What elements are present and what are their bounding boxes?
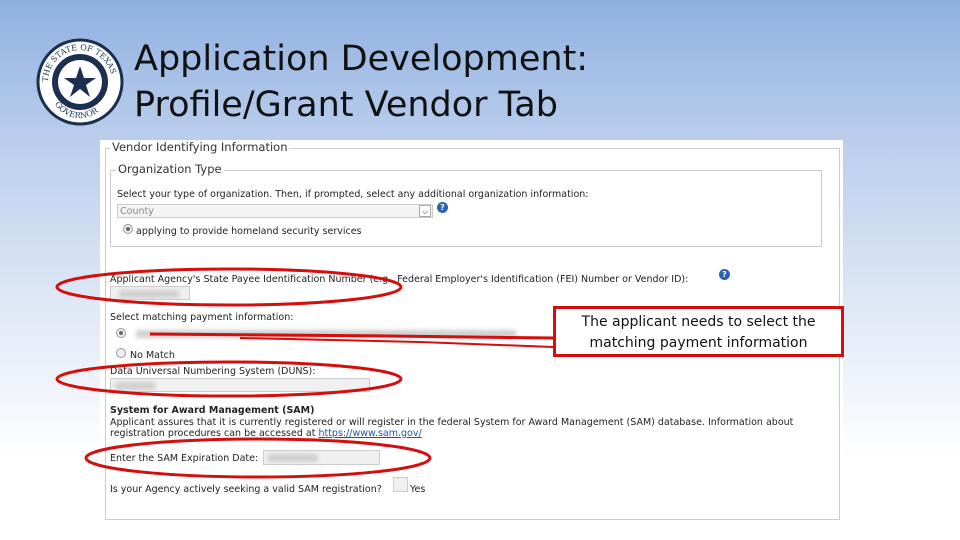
no-match-radio[interactable]	[116, 348, 126, 358]
sam-text-2: registration procedures can be accessed …	[110, 428, 319, 439]
org-type-select[interactable]: County ⌵	[117, 204, 433, 218]
section-title: Vendor Identifying Information	[110, 140, 290, 154]
help-icon[interactable]: ?	[437, 202, 448, 213]
payment-info-label: Select matching payment information:	[110, 312, 294, 323]
duns-label: Data Universal Numbering System (DUNS):	[110, 366, 316, 377]
payee-id-input[interactable]	[110, 286, 190, 300]
callout-line-2: matching payment information	[589, 335, 808, 351]
sam-link[interactable]: https://www.sam.gov/	[318, 428, 421, 439]
payment-match-text-redacted	[136, 330, 516, 338]
texas-governor-seal: THE STATE OF TEXAS GOVERNOR	[36, 38, 124, 126]
sam-date-input[interactable]	[263, 450, 380, 465]
yes-label: Yes	[410, 484, 426, 495]
title-line-1: Application Development:	[134, 39, 589, 79]
payment-match-radio[interactable]	[116, 328, 126, 338]
no-match-label: No Match	[130, 350, 175, 361]
duns-input[interactable]	[110, 378, 370, 392]
org-type-prompt: Select your type of organization. Then, …	[117, 189, 589, 200]
sam-seeking-label: Is your Agency actively seeking a valid …	[110, 484, 382, 495]
slide-title: Application Development: Profile/Grant V…	[134, 36, 588, 128]
org-type-legend: Organization Type	[116, 162, 224, 176]
sam-text-1: Applicant assures that it is currently r…	[110, 417, 794, 428]
sam-date-label: Enter the SAM Expiration Date:	[110, 453, 259, 464]
help-icon[interactable]: ?	[719, 269, 730, 280]
annotation-callout: The applicant needs to select the matchi…	[553, 306, 844, 357]
sam-heading: System for Award Management (SAM)	[110, 405, 315, 416]
title-line-2: Profile/Grant Vendor Tab	[134, 85, 558, 125]
org-type-value: County	[120, 206, 154, 217]
callout-line-1: The applicant needs to select the	[581, 314, 816, 330]
homeland-security-label: applying to provide homeland security se…	[136, 226, 362, 237]
chevron-down-icon[interactable]: ⌵	[419, 205, 431, 217]
payee-id-label: Applicant Agency's State Payee Identific…	[110, 274, 689, 285]
homeland-security-radio[interactable]	[123, 224, 133, 234]
sam-seeking-checkbox[interactable]	[393, 477, 408, 492]
